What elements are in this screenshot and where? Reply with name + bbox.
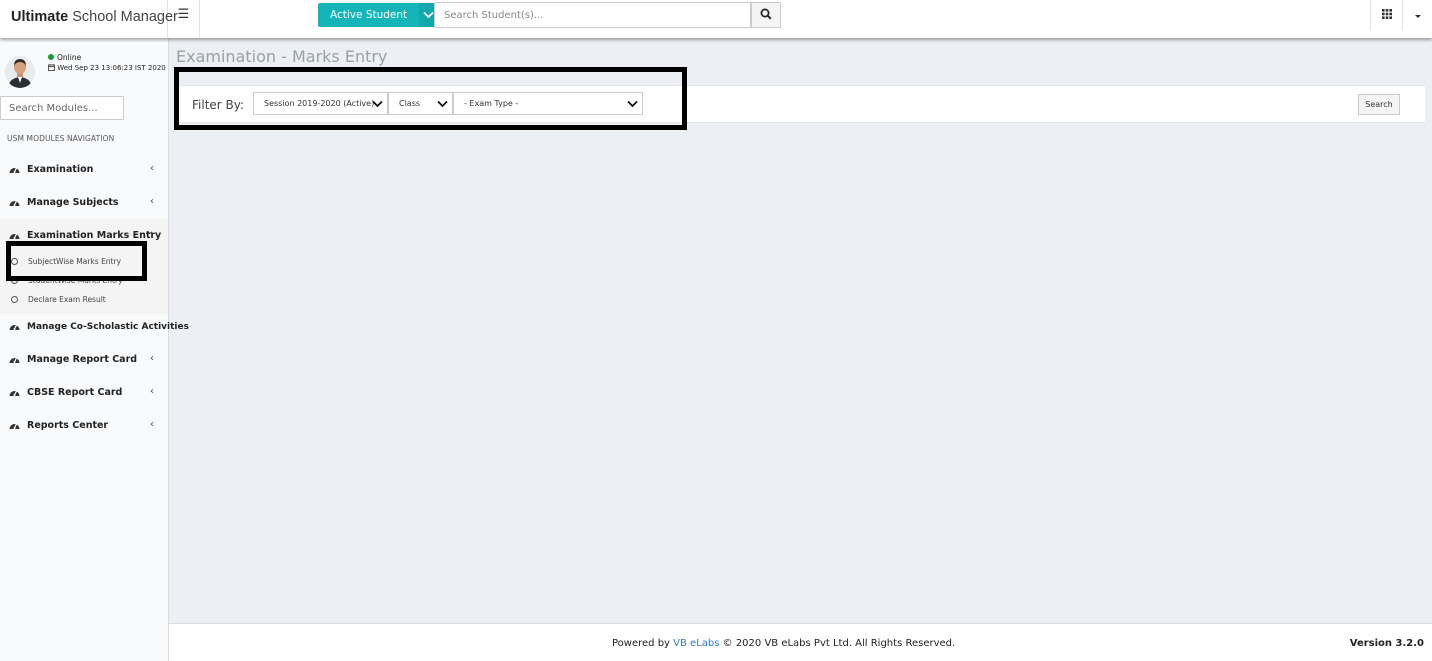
page-title: Examination - Marks Entry — [176, 47, 388, 66]
filter-bar: Filter By: Session 2019-2020 (Active) Cl… — [175, 85, 1425, 123]
brand-light: School Manager — [72, 9, 178, 25]
search-icon — [760, 8, 772, 23]
online-status-text: Online — [57, 53, 82, 62]
caret-down-icon — [1414, 9, 1422, 22]
chevron-left-icon: ‹ — [150, 386, 154, 397]
chevron-left-icon: ‹ — [150, 419, 154, 430]
sub-item-declare-exam-result[interactable]: Declare Exam Result — [0, 290, 168, 309]
chevron-down-icon — [372, 97, 383, 118]
dashboard-icon — [9, 321, 20, 332]
chevron-down-icon — [437, 97, 448, 118]
dashboard-icon — [9, 387, 20, 398]
online-status: Online — [48, 53, 81, 63]
sub-item-subjectwise-marks-entry[interactable]: SubjectWise Marks Entry — [0, 252, 168, 271]
company-link[interactable]: VB eLabs — [673, 638, 719, 649]
dashboard-icon — [9, 197, 20, 208]
datetime-text: Wed Sep 23 13:06:23 IST 2020 — [57, 64, 166, 72]
student-search-button[interactable] — [751, 2, 781, 28]
powered-by-text: Powered by — [612, 638, 670, 649]
class-select-value: Class — [399, 99, 421, 108]
circle-icon — [11, 277, 18, 284]
app-brand[interactable]: Ultimate School Manager — [0, 0, 178, 38]
exam-type-select-value: - Exam Type - — [464, 99, 519, 108]
module-search-input[interactable] — [0, 96, 124, 120]
session-select-value: Session 2019-2020 (Active) — [264, 99, 375, 108]
exam-type-select[interactable]: - Exam Type - — [453, 92, 643, 115]
sub-item-label: Declare Exam Result — [28, 295, 106, 304]
nav-item-examination-marks-entry[interactable]: Examination Marks Entry ⌄ — [0, 219, 168, 252]
grid-icon — [1381, 8, 1392, 22]
sub-item-studentwise-marks-entry[interactable]: StudentWise Marks Entry — [0, 271, 168, 290]
footer: Powered by VB eLabs © 2020 VB eLabs Pvt … — [169, 623, 1432, 661]
circle-icon — [11, 296, 18, 303]
chevron-left-icon: ‹ — [150, 353, 154, 364]
dashboard-icon — [9, 420, 20, 431]
nav-item-manage-co-scholastic-activities[interactable]: Manage Co-Scholastic Activities — [0, 310, 189, 343]
copyright-text: © 2020 VB eLabs Pvt Ltd. All Rights Rese… — [722, 638, 956, 649]
brand-bold: Ultimate — [11, 9, 69, 25]
nav-item-examination[interactable]: Examination ‹ — [0, 153, 168, 186]
nav-header: USM MODULES NAVIGATION — [7, 134, 115, 143]
session-select[interactable]: Session 2019-2020 (Active) — [253, 92, 388, 115]
user-panel: Online Wed Sep 23 13:06:23 IST 2020 — [0, 50, 169, 90]
main-content: Examination - Marks Entry Filter By: Ses… — [169, 38, 1432, 623]
nav-item-label: Examination Marks Entry — [27, 230, 162, 241]
sub-item-label: StudentWise Marks Entry — [28, 276, 123, 285]
online-dot-icon — [48, 54, 54, 60]
hamburger-icon: ☰ — [177, 7, 190, 22]
nav-item-manage-subjects[interactable]: Manage Subjects ‹ — [0, 186, 168, 219]
chevron-left-icon: ‹ — [150, 196, 154, 207]
nav-item-label: Examination — [27, 164, 94, 175]
dashboard-icon — [9, 164, 20, 175]
nav-item-label: Manage Report Card — [27, 354, 138, 365]
student-search-input[interactable] — [434, 2, 751, 28]
nav-item-label: Manage Subjects — [27, 197, 119, 208]
calendar-icon — [48, 64, 57, 72]
dashboard-icon — [9, 230, 20, 241]
sub-menu: SubjectWise Marks Entry StudentWise Mark… — [0, 252, 168, 314]
active-student-label: Active Student — [318, 3, 420, 27]
nav-item-cbse-report-card[interactable]: CBSE Report Card ‹ — [0, 376, 168, 409]
nav-item-label: Reports Center — [27, 420, 109, 431]
footer-credits: Powered by VB eLabs © 2020 VB eLabs Pvt … — [612, 638, 955, 649]
apps-grid-button[interactable] — [1370, 0, 1402, 30]
sub-item-label: SubjectWise Marks Entry — [28, 257, 122, 266]
chevron-left-icon: ‹ — [150, 163, 154, 174]
version-text: Version 3.2.0 — [1349, 638, 1424, 649]
nav-item-manage-report-card[interactable]: Manage Report Card ‹ — [0, 343, 168, 376]
nav-item-reports-center[interactable]: Reports Center ‹ — [0, 409, 168, 442]
nav-item-label: Manage Co-Scholastic Activities — [27, 321, 189, 332]
class-select[interactable]: Class — [388, 92, 453, 115]
top-header: Ultimate School Manager ☰ Active Student — [0, 0, 1432, 38]
dashboard-icon — [9, 354, 20, 365]
sidebar: Online Wed Sep 23 13:06:23 IST 2020 USM … — [0, 38, 189, 661]
nav-item-label: CBSE Report Card — [27, 387, 123, 398]
filter-label: Filter By: — [192, 98, 245, 112]
circle-icon — [11, 258, 18, 265]
active-student-dropdown[interactable]: Active Student — [318, 3, 438, 27]
chevron-down-icon — [627, 97, 638, 118]
current-datetime: Wed Sep 23 13:06:23 IST 2020 — [48, 63, 166, 73]
sidebar-toggle-button[interactable]: ☰ — [168, 0, 200, 38]
avatar[interactable] — [5, 56, 35, 88]
user-menu-dropdown[interactable] — [1402, 0, 1432, 30]
chevron-down-icon: ⌄ — [145, 226, 154, 237]
search-button[interactable]: Search — [1358, 94, 1400, 115]
